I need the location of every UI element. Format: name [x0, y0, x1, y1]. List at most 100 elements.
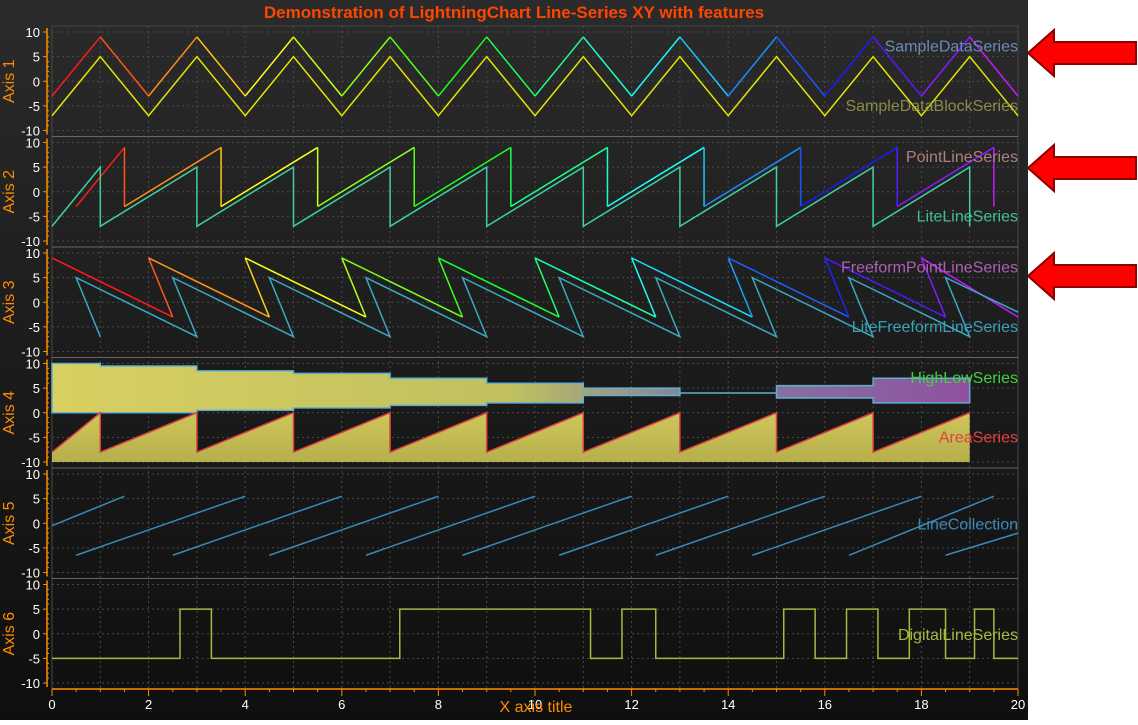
- x-tick-label: 6: [338, 697, 345, 712]
- y-tick-label: 5: [33, 602, 40, 617]
- x-tick-label: 18: [914, 697, 928, 712]
- series-segment: [244, 257, 271, 318]
- y-axis-title: Axis 2: [1, 170, 18, 214]
- x-tick-label: 12: [624, 697, 638, 712]
- series-segment: [631, 257, 753, 318]
- series-title: PointLineSeries: [906, 149, 1018, 166]
- arrow-icon: [1026, 27, 1137, 79]
- series-AreaSeries: AreaSeries: [51, 411, 1018, 462]
- arrow-overlay: [1026, 27, 1137, 302]
- y-tick-label: -10: [21, 676, 40, 691]
- y-tick-label: 10: [26, 357, 40, 372]
- y-tick-label: -5: [28, 651, 40, 666]
- y-tick-label: 10: [26, 246, 40, 261]
- y-axis-title: Axis 1: [1, 59, 18, 103]
- series-segment: [317, 146, 415, 208]
- line-collection-segment: [752, 495, 922, 556]
- y-tick-label: 0: [33, 406, 40, 421]
- chart-title: Demonstration of LightningChart Line-Ser…: [264, 3, 764, 22]
- series-title: SampleDataSeries: [885, 39, 1018, 56]
- y-axis-title: Axis 3: [1, 280, 18, 324]
- y-tick-label: -5: [28, 320, 40, 335]
- line-collection-segment: [172, 495, 343, 556]
- series-title: FreeformPointLineSeries: [841, 260, 1018, 277]
- plot-layer: 10 5 0 -5 -10 Axis 1 SampleDataSeries SampleDat…: [1, 25, 1025, 712]
- series-segment: [220, 146, 319, 208]
- chart-area[interactable]: Demonstration of LightningChart Line-Ser…: [0, 0, 1028, 720]
- series-segment: [800, 146, 898, 208]
- y-tick-label: 5: [33, 160, 40, 175]
- arrow-icon: [1026, 142, 1137, 194]
- y-tick-label: -5: [28, 430, 40, 445]
- x-tick-label: 20: [1011, 697, 1025, 712]
- y-tick-label: 0: [33, 627, 40, 642]
- series-segment: [147, 257, 174, 318]
- y-tick-label: 5: [33, 492, 40, 507]
- series-segment: [413, 146, 512, 208]
- y-tick-label: -5: [28, 541, 40, 556]
- x-tick-label: 16: [818, 697, 832, 712]
- series-segment: [341, 257, 463, 318]
- highlow-area: [51, 362, 971, 414]
- y-axis-4: 1050-5-10Axis 4HighLowSeriesAreaSeries: [1, 357, 1018, 470]
- y-tick-label: 0: [33, 185, 40, 200]
- x-tick-label: 2: [145, 697, 152, 712]
- series-segment: [534, 257, 560, 318]
- series-segment: [727, 257, 850, 318]
- series-segment: [510, 146, 608, 208]
- series-segment: [124, 146, 222, 208]
- series-segment: [703, 146, 802, 208]
- y-tick-label: 10: [26, 467, 40, 482]
- series-title: LiteFreeformLineSeries: [852, 319, 1018, 336]
- series-segment: [148, 257, 270, 318]
- line-collection-segment: [51, 495, 125, 527]
- line-collection-segment: [558, 495, 729, 556]
- y-axis-title: Axis 5: [1, 501, 18, 545]
- arrow-icon: [1026, 250, 1137, 302]
- series-segment: [244, 257, 367, 318]
- series-HighLowSeries: HighLowSeries: [51, 362, 1018, 414]
- line-collection-segment: [462, 495, 632, 556]
- series-title: LineCollection: [917, 516, 1018, 533]
- x-axis-title: X axis title: [500, 699, 573, 716]
- series-title: DigitalLineSeries: [898, 627, 1018, 644]
- x-tick-label: 0: [48, 697, 55, 712]
- series-segment: [51, 257, 174, 318]
- y-tick-label: 10: [26, 25, 40, 40]
- y-tick-label: -5: [28, 209, 40, 224]
- series-title: HighLowSeries: [910, 370, 1018, 387]
- line-collection-segment: [655, 495, 826, 556]
- series-segment: [438, 257, 560, 318]
- series-segment: [727, 257, 754, 318]
- series-segment: [534, 257, 657, 318]
- series-segment: [607, 146, 705, 208]
- y-tick-label: 5: [33, 271, 40, 286]
- x-tick-label: 8: [435, 697, 442, 712]
- y-tick-label: 0: [33, 295, 40, 310]
- y-tick-label: 10: [26, 136, 40, 151]
- area-fill: [52, 412, 970, 462]
- y-axis-title: Axis 4: [1, 391, 18, 435]
- line-collection-segment: [365, 495, 536, 556]
- series-title: AreaSeries: [939, 429, 1018, 446]
- y-axis-2: 1050-5-10Axis 2PointLineSeriesLiteLineSe…: [1, 136, 1018, 249]
- series-title: SampleDataBlockSeries: [845, 98, 1018, 115]
- annotation-arrows: [1026, 0, 1138, 720]
- chart-svg: Demonstration of LightningChart Line-Ser…: [1, 3, 1025, 716]
- y-tick-label: 0: [33, 74, 40, 89]
- y-tick-label: 0: [33, 516, 40, 531]
- series-segment: [341, 257, 367, 318]
- y-axis-5: 1050-5-10Axis 5 LineCollection: [1, 467, 1019, 581]
- series-segment: [437, 257, 464, 318]
- y-tick-label: 10: [26, 578, 40, 593]
- y-axis-1: 1050-5-10Axis 1SampleDataSeriesSampleDat…: [1, 25, 1019, 139]
- line-collection-segment: [269, 495, 439, 556]
- y-axis-title: Axis 6: [1, 612, 18, 656]
- line-collection-segment: [945, 532, 1019, 556]
- series-title: LiteLineSeries: [917, 208, 1018, 225]
- series-segment: [630, 257, 657, 318]
- y-tick-label: 5: [33, 50, 40, 65]
- y-tick-label: -5: [28, 99, 40, 114]
- y-axis-6: 10 5 0 -5 -10 Axis 6 DigitalLineSeries: [1, 578, 1018, 691]
- series-PointLineSeries: PointLineSeries: [75, 146, 1018, 208]
